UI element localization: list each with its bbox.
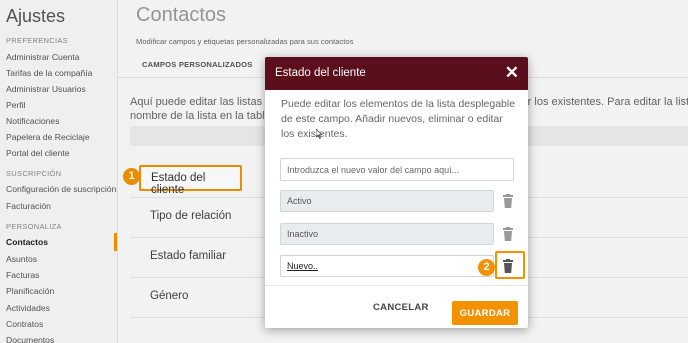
value-field-activo[interactable] [280,190,494,212]
highlight-delete-nuevo [495,251,525,279]
edit-list-modal: Estado del cliente ✕ Puede editar los el… [265,57,528,328]
new-value-input[interactable] [280,158,514,181]
step-badge-2: 2 [478,259,495,276]
value-field-inactivo[interactable] [280,223,494,245]
save-button[interactable]: GUARDAR [452,301,518,325]
modal-footer-divider [265,285,528,286]
close-icon[interactable]: ✕ [505,64,519,81]
trash-icon[interactable] [502,227,514,241]
settings-page: Ajustes PREFERENCIAS Administrar Cuenta … [0,0,688,343]
mouse-cursor-icon [315,126,323,139]
modal-header: Estado del cliente ✕ [265,57,528,90]
modal-title: Estado del cliente [275,67,366,79]
value-field-nuevo[interactable] [280,255,494,277]
cancel-button[interactable]: CANCELAR [373,302,429,313]
trash-icon[interactable] [502,194,514,208]
